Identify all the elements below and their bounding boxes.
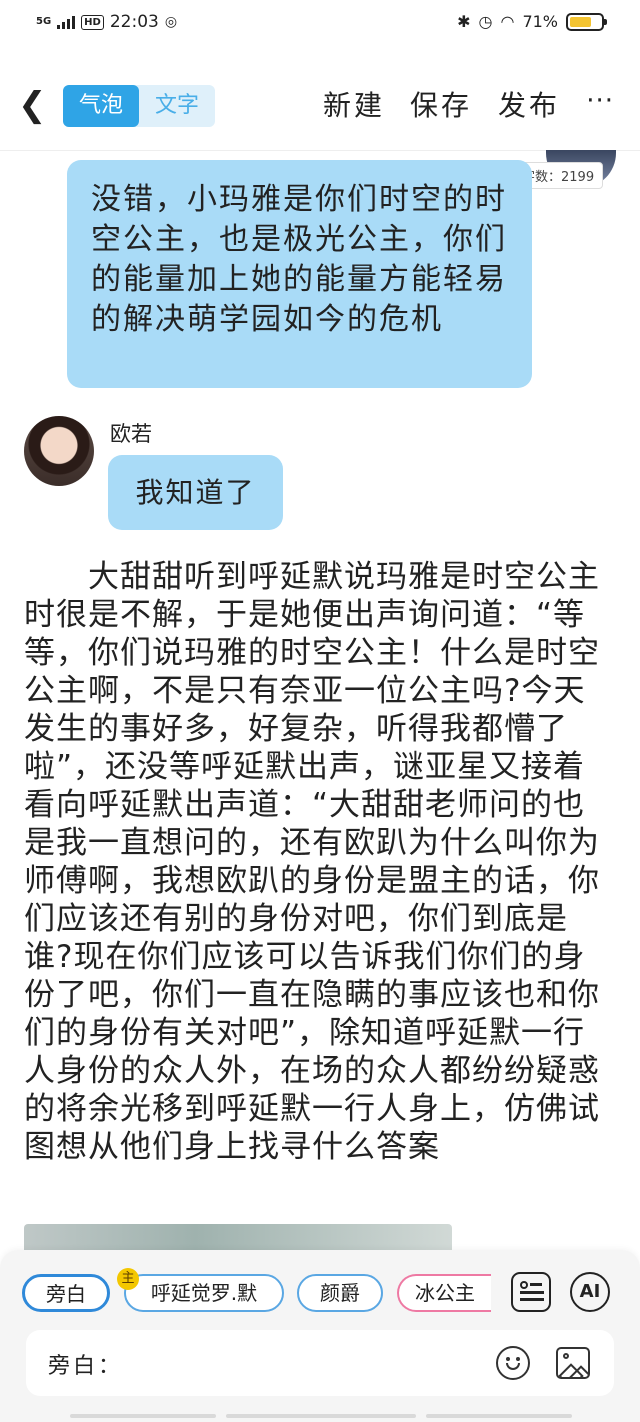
back-chevron-icon[interactable]: ❮: [18, 88, 47, 122]
divider: [0, 150, 640, 151]
battery-percent: 71%: [522, 12, 558, 31]
status-bar: 5G HD 22:03 ◎ ✱ ◷ ◠ 71%: [0, 0, 640, 50]
narration-text: 大甜甜听到呼延默说玛雅是时空公主时很是不解，于是她便出声询问道：“等等，你们说玛…: [24, 559, 600, 1165]
scroll-indicator: [426, 1414, 572, 1418]
role-chip[interactable]: 颜爵: [297, 1274, 383, 1312]
network-type: 5G: [36, 16, 52, 27]
weibo-icon: ◎: [164, 14, 178, 30]
role-chip-main[interactable]: 呼延觉罗.默: [124, 1274, 284, 1312]
wifi-icon: ◠: [500, 12, 515, 31]
alarm-icon: ◷: [478, 12, 493, 31]
scroll-indicator: [70, 1414, 216, 1418]
more-icon[interactable]: ···: [586, 86, 614, 116]
publish-button[interactable]: 发布: [498, 88, 560, 124]
top-toolbar: ❮ 气泡 文字 新建 保存 发布 ···: [0, 72, 640, 142]
main-role-badge: 主: [117, 1268, 139, 1290]
role-chip[interactable]: 冰公主: [397, 1274, 491, 1312]
hd-icon: HD: [81, 14, 104, 30]
ai-button[interactable]: AI: [570, 1272, 610, 1312]
message-bubble[interactable]: 我知道了: [108, 455, 283, 530]
tab-text[interactable]: 文字: [139, 85, 215, 127]
save-button[interactable]: 保存: [410, 88, 472, 124]
mode-switch: 气泡 文字: [63, 85, 215, 127]
scroll-indicator: [226, 1414, 416, 1418]
new-button[interactable]: 新建: [323, 88, 385, 124]
battery-icon: [566, 12, 607, 31]
narration-block[interactable]: 大甜甜听到呼延默说玛雅是时空公主时很是不解，于是她便出声询问道：“等等，你们说玛…: [24, 558, 616, 1166]
avatar[interactable]: [24, 416, 94, 486]
signal-icon: [57, 15, 76, 29]
contact-card-icon[interactable]: [511, 1272, 551, 1312]
clock: 22:03: [109, 12, 159, 32]
bluetooth-icon: ✱: [457, 12, 471, 31]
input-role-label: 旁白：: [48, 1354, 124, 1379]
tab-bubble[interactable]: 气泡: [63, 85, 139, 127]
role-chip-narrator[interactable]: 旁白: [22, 1274, 110, 1312]
emoji-icon[interactable]: [496, 1346, 530, 1380]
speaker-name: 欧若: [110, 422, 152, 446]
message-bubble[interactable]: 没错，小玛雅是你们时空的时空公主，也是极光公主，你们的能量加上她的能量方能轻易的…: [67, 160, 532, 388]
image-icon[interactable]: [556, 1347, 590, 1379]
